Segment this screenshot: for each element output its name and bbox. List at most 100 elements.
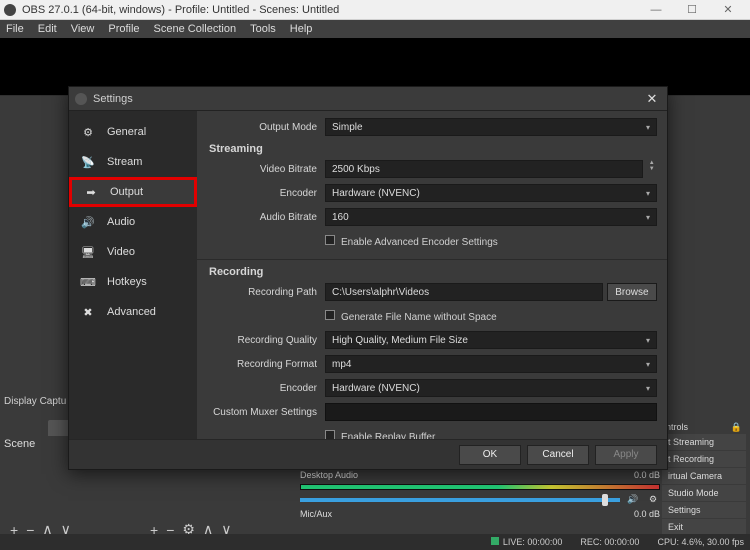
enable-advanced-checkbox[interactable] <box>325 235 335 245</box>
settings-content: Output Mode Simple▾ Streaming Video Bitr… <box>197 111 667 439</box>
status-rec: REC: 00:00:00 <box>580 537 639 547</box>
stream-encoder-select[interactable]: Hardware (NVENC)▾ <box>325 184 657 202</box>
close-button[interactable]: ✕ <box>710 0 746 19</box>
window-title: OBS 27.0.1 (64-bit, windows) - Profile: … <box>22 4 638 16</box>
sidebar-item-label: Advanced <box>107 306 156 318</box>
sidebar-item-label: Stream <box>107 156 142 168</box>
sidebar-item-general[interactable]: ⚙ General <box>69 117 197 147</box>
studio-mode-button[interactable]: Studio Mode <box>662 485 746 501</box>
gen-filename-checkbox[interactable] <box>325 310 335 320</box>
enable-advanced-label: Enable Advanced Encoder Settings <box>341 237 498 248</box>
chevron-down-icon: ▾ <box>646 336 650 345</box>
app-logo-icon <box>4 4 16 16</box>
sidebar-item-stream[interactable]: 📡 Stream <box>69 147 197 177</box>
menu-edit[interactable]: Edit <box>38 23 57 35</box>
audio-mixer: Desktop Audio 0.0 dB 🔊 ⚙ Mic/Aux 0.0 dB <box>300 470 660 515</box>
speaker-icon[interactable]: 🔊 <box>626 494 640 505</box>
sidebar-item-output[interactable]: ➡ Output <box>69 177 197 207</box>
video-bitrate-label: Video Bitrate <box>207 164 325 175</box>
chevron-down-icon: ▾ <box>646 213 650 222</box>
recording-format-label: Recording Format <box>207 359 325 370</box>
stream-encoder-label: Encoder <box>207 188 325 199</box>
sidebar-item-label: Output <box>110 186 143 198</box>
replay-buffer-checkbox[interactable] <box>325 430 335 440</box>
controls-panel: ntrols🔒 t Streaming t Recording irtual C… <box>662 420 746 536</box>
tools-icon: ✖ <box>79 303 97 321</box>
sidebar-item-label: General <box>107 126 146 138</box>
minimize-button[interactable]: — <box>638 0 674 19</box>
live-indicator-icon <box>491 537 499 545</box>
muxer-input[interactable] <box>325 403 657 421</box>
chevron-down-icon: ▾ <box>646 189 650 198</box>
mixer-track-level: 0.0 dB <box>634 470 660 480</box>
menu-profile[interactable]: Profile <box>108 23 139 35</box>
settings-dialog: Settings ✕ ⚙ General 📡 Stream ➡ Output 🔊… <box>68 86 668 470</box>
audio-bitrate-select[interactable]: 160▾ <box>325 208 657 226</box>
settings-title: Settings <box>93 93 643 105</box>
virtual-camera-button[interactable]: irtual Camera <box>662 468 746 484</box>
scene-item[interactable]: Scene <box>4 438 35 450</box>
sidebar-item-label: Video <box>107 246 135 258</box>
gear-icon[interactable]: ⚙ <box>646 494 660 505</box>
recording-quality-label: Recording Quality <box>207 335 325 346</box>
settings-footer: OK Cancel Apply <box>69 439 667 469</box>
antenna-icon: 📡 <box>79 153 97 171</box>
recording-format-select[interactable]: mp4▾ <box>325 355 657 373</box>
monitor-icon: 🖥 <box>79 243 97 261</box>
speaker-icon: 🔊 <box>79 213 97 231</box>
settings-sidebar: ⚙ General 📡 Stream ➡ Output 🔊 Audio 🖥 Vi… <box>69 111 197 439</box>
status-cpu: CPU: 4.6%, 30.00 fps <box>657 537 744 547</box>
audio-bitrate-label: Audio Bitrate <box>207 212 325 223</box>
menu-file[interactable]: File <box>6 23 24 35</box>
status-live: LIVE: 00:00:00 <box>503 537 563 547</box>
menubar: File Edit View Profile Scene Collection … <box>0 20 750 38</box>
sources-list-item[interactable]: Display Captu <box>4 396 66 407</box>
exit-button[interactable]: Exit <box>662 519 746 535</box>
muxer-label: Custom Muxer Settings <box>207 407 325 418</box>
maximize-button[interactable]: ☐ <box>674 0 710 19</box>
menu-view[interactable]: View <box>71 23 95 35</box>
apply-button[interactable]: Apply <box>595 445 657 465</box>
sidebar-item-hotkeys[interactable]: ⌨ Hotkeys <box>69 267 197 297</box>
lock-icon[interactable]: 🔒 <box>731 422 742 433</box>
chevron-down-icon: ▾ <box>646 123 650 132</box>
chevron-down-icon: ▾ <box>646 360 650 369</box>
recording-path-input[interactable]: C:\Users\alphr\Videos <box>325 283 603 301</box>
sidebar-item-label: Audio <box>107 216 135 228</box>
recording-path-label: Recording Path <box>207 287 325 298</box>
output-icon: ➡ <box>82 183 100 201</box>
cancel-button[interactable]: Cancel <box>527 445 589 465</box>
menu-tools[interactable]: Tools <box>250 23 276 35</box>
sidebar-item-video[interactable]: 🖥 Video <box>69 237 197 267</box>
recording-section-title: Recording <box>209 266 657 278</box>
gear-icon: ⚙ <box>79 123 97 141</box>
sidebar-item-label: Hotkeys <box>107 276 147 288</box>
keyboard-icon: ⌨ <box>79 273 97 291</box>
mixer-track-name: Mic/Aux <box>300 509 380 519</box>
video-bitrate-input[interactable]: 2500 Kbps <box>325 160 643 178</box>
start-recording-button[interactable]: t Recording <box>662 451 746 467</box>
sidebar-item-advanced[interactable]: ✖ Advanced <box>69 297 197 327</box>
menu-help[interactable]: Help <box>290 23 313 35</box>
volume-slider[interactable] <box>300 498 620 502</box>
output-mode-select[interactable]: Simple▾ <box>325 118 657 136</box>
settings-close-button[interactable]: ✕ <box>643 91 661 107</box>
recording-quality-select[interactable]: High Quality, Medium File Size▾ <box>325 331 657 349</box>
settings-button[interactable]: Settings <box>662 502 746 518</box>
recording-encoder-label: Encoder <box>207 383 325 394</box>
menu-scene-collection[interactable]: Scene Collection <box>154 23 237 35</box>
gen-filename-label: Generate File Name without Space <box>341 312 497 323</box>
start-streaming-button[interactable]: t Streaming <box>662 434 746 450</box>
sidebar-item-audio[interactable]: 🔊 Audio <box>69 207 197 237</box>
audio-meter <box>300 484 660 490</box>
streaming-section-title: Streaming <box>209 143 657 155</box>
recording-encoder-select[interactable]: Hardware (NVENC)▾ <box>325 379 657 397</box>
spinner-icon[interactable]: ▲▼ <box>643 160 657 178</box>
mixer-track-level: 0.0 dB <box>634 509 660 519</box>
ok-button[interactable]: OK <box>459 445 521 465</box>
mixer-track-name: Desktop Audio <box>300 470 380 480</box>
settings-logo-icon <box>75 93 87 105</box>
browse-button[interactable]: Browse <box>607 283 657 301</box>
chevron-down-icon: ▾ <box>646 384 650 393</box>
status-bar: LIVE: 00:00:00 REC: 00:00:00 CPU: 4.6%, … <box>0 534 750 550</box>
